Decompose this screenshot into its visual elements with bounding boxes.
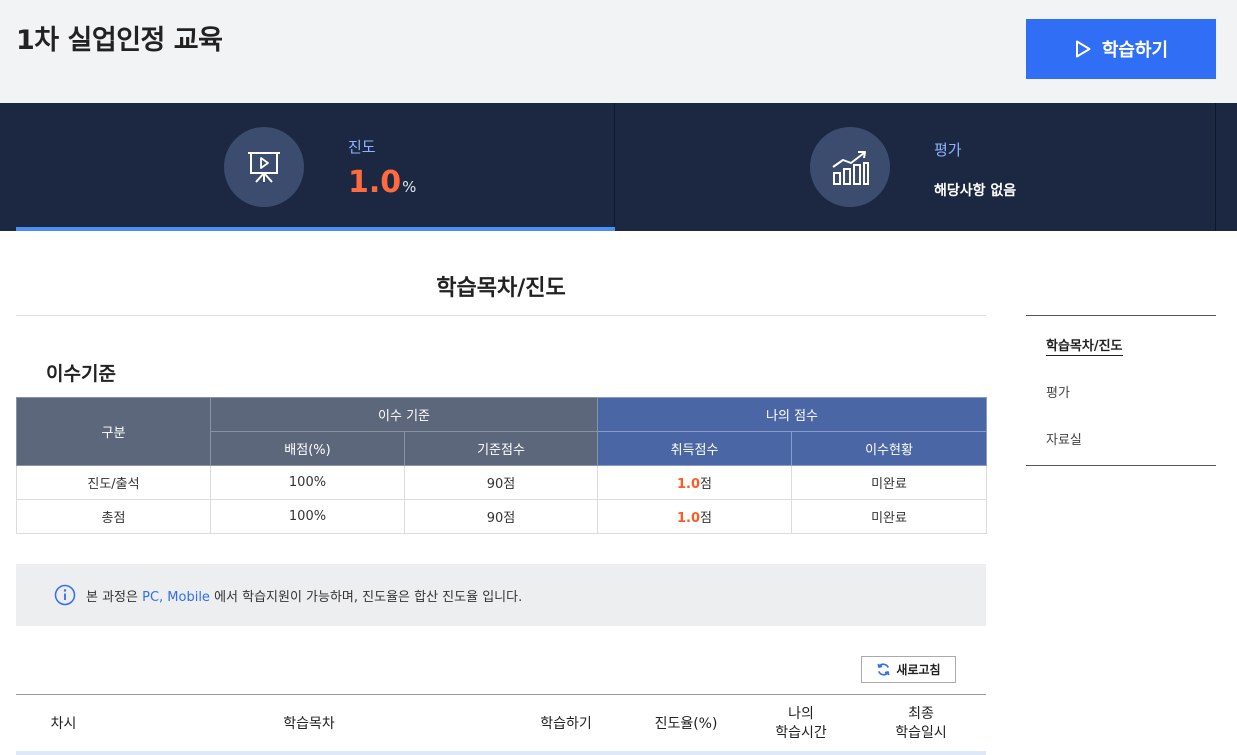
progress-value: 1.0% (348, 165, 417, 200)
notice-box: 본 과정은 PC, Mobile 에서 학습지원이 가능하며, 진도율은 합산 … (16, 564, 986, 626)
col-my-time: 나의 학습시간 (775, 706, 827, 741)
row-category: 총점 (16, 499, 211, 534)
info-icon (54, 584, 76, 606)
header-criteria-group: 이수 기준 (209, 397, 599, 432)
refresh-icon (877, 663, 890, 676)
course-title: 1차 실업인정 교육 (16, 25, 223, 56)
col-contents: 학습목차 (283, 716, 335, 732)
row-status: 미완료 (791, 499, 988, 534)
criteria-table: 구분 이수 기준 나의 점수 배점(%) 기준점수 취득점수 이수현황 진도/출… (16, 397, 988, 534)
col-last-date: 최종 학습일시 (895, 706, 947, 741)
start-study-button[interactable]: 학습하기 (1026, 19, 1216, 79)
header-category: 구분 (16, 397, 211, 466)
progress-unit: % (402, 178, 417, 196)
table-row: 총점 100% 90점 1.0점 미완료 (16, 499, 988, 534)
progress-label: 진도 (348, 138, 376, 156)
row-earned-score: 1.0점 (597, 499, 793, 534)
header-earned-score: 취득점수 (597, 431, 793, 466)
col-progress: 진도율(%) (654, 716, 718, 732)
presentation-icon (224, 127, 304, 207)
lesson-list-header: 차시 학습목차 학습하기 진도율(%) 나의 학습시간 최종 학습일시 (16, 694, 986, 755)
row-base-score: 90점 (403, 465, 599, 500)
section-divider (16, 315, 986, 316)
header-status: 이수현황 (791, 431, 988, 466)
header-base-score: 기준점수 (403, 431, 599, 466)
course-header: 1차 실업인정 교육 학습하기 (0, 0, 1237, 103)
active-tab-indicator (16, 227, 615, 231)
row-status: 미완료 (791, 465, 988, 500)
start-study-label: 학습하기 (1101, 40, 1169, 61)
lesson-list-divider (16, 751, 986, 755)
row-earned-score: 1.0점 (597, 465, 793, 500)
chart-growth-icon (810, 127, 890, 207)
notice-highlight: PC, Mobile (142, 589, 210, 605)
stats-banner: 진도 1.0% 평가 해당사항 없음 (0, 103, 1237, 231)
evaluation-label: 평가 (934, 141, 962, 159)
criteria-title: 이수기준 (46, 363, 116, 385)
section-title: 학습목차/진도 (436, 276, 566, 301)
side-nav: 학습목차/진도 평가 자료실 (1026, 315, 1216, 466)
col-study: 학습하기 (540, 716, 592, 732)
refresh-label: 새로고침 (896, 663, 941, 677)
col-session: 차시 (50, 716, 77, 732)
row-weight: 100% (210, 465, 405, 500)
row-weight: 100% (210, 499, 405, 534)
refresh-button[interactable]: 새로고침 (861, 656, 956, 683)
row-base-score: 90점 (403, 499, 599, 534)
header-weight: 배점(%) (210, 431, 405, 466)
side-nav-item-resources[interactable]: 자료실 (1046, 429, 1082, 448)
side-nav-item-evaluation[interactable]: 평가 (1046, 382, 1070, 401)
header-my-score-group: 나의 점수 (597, 397, 988, 432)
evaluation-value: 해당사항 없음 (934, 183, 1017, 199)
play-icon (1075, 40, 1091, 58)
table-row: 진도/출석 100% 90점 1.0점 미완료 (16, 465, 988, 500)
notice-text: 본 과정은 PC, Mobile 에서 학습지원이 가능하며, 진도율은 합산 … (86, 589, 523, 605)
progress-panel[interactable]: 진도 1.0% (16, 103, 615, 231)
evaluation-panel[interactable]: 평가 해당사항 없음 (615, 103, 1216, 231)
row-category: 진도/출석 (16, 465, 211, 500)
side-nav-item-contents-progress[interactable]: 학습목차/진도 (1046, 335, 1123, 356)
